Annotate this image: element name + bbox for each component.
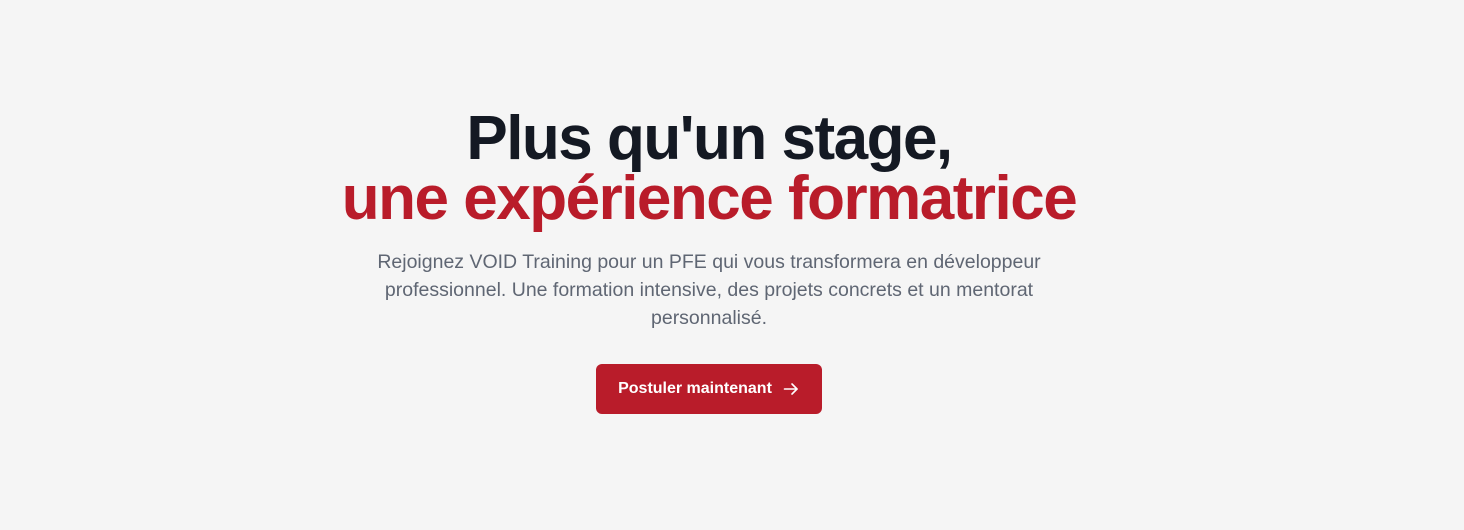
hero-subtitle: Rejoignez VOID Training pour un PFE qui … — [377, 251, 1041, 329]
arrow-right-icon — [782, 380, 800, 398]
hero-title-line2: une expérience formatrice — [341, 164, 1078, 233]
apply-now-button[interactable]: Postuler maintenant — [596, 364, 822, 414]
hero-section: Plus qu'un stage, une expérience formatr… — [0, 0, 1464, 530]
apply-now-button-label: Postuler maintenant — [618, 380, 772, 397]
